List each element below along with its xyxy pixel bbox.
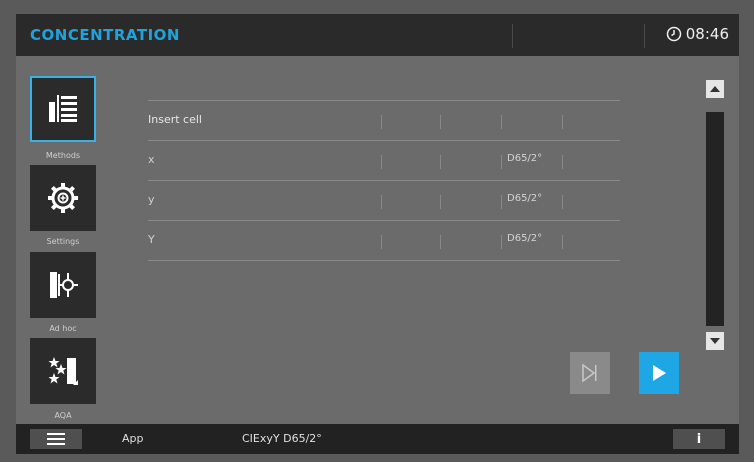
bottom-bar: App CIExyY D65/2° i [16,424,739,454]
top-bar: CONCENTRATION 08:46 [16,14,739,56]
scroll-down-button[interactable] [706,332,724,350]
hamburger-menu-icon [47,433,65,445]
chevron-up-icon [710,86,720,92]
table-row[interactable]: y D65/2° [148,180,620,220]
info-icon: i [696,431,702,447]
illuminant-value: D65/2° [507,233,543,244]
nav-aqa-button[interactable] [30,338,96,404]
row-label: y [148,193,155,206]
table-row[interactable]: Y D65/2° [148,220,620,261]
nav-label-settings: Settings [46,237,80,246]
clock-time: 08:46 [685,25,729,43]
menu-button[interactable] [30,429,82,449]
scrollbar-track[interactable] [706,112,724,326]
nav-label-aqa: AQA [54,411,72,420]
nav-label-methods: Methods [45,151,81,160]
table-row[interactable]: x D65/2° [148,140,620,180]
illuminant-value: D65/2° [507,193,543,204]
method-label: CIExyY D65/2° [242,432,322,445]
row-label: x [148,153,155,166]
methods-icon [49,95,77,122]
gear-icon [48,183,78,213]
aqa-icon [48,357,78,385]
table-row[interactable]: Insert cell [148,100,620,140]
illuminant-value: D65/2° [507,153,543,164]
scroll-up-button[interactable] [706,80,724,98]
top-divider [512,24,513,48]
app-label: App [122,432,144,445]
clock: 08:46 [666,25,729,43]
adhoc-icon [50,272,78,298]
measurement-table: Insert cell x D65/2° y D65/2° Y D65/2° [148,100,620,261]
app-title: CONCENTRATION [30,26,180,44]
start-button[interactable] [639,352,679,394]
screen: CONCENTRATION 08:46 Methods Settings Ad … [16,14,739,454]
skip-button[interactable] [570,352,610,394]
top-divider [644,24,645,48]
row-label: Y [148,233,155,246]
skip-forward-icon [582,363,597,383]
info-button[interactable]: i [673,429,725,449]
nav-label-adhoc: Ad hoc [49,324,77,333]
nav-settings-button[interactable] [30,165,96,231]
row-label: Insert cell [148,113,202,126]
chevron-down-icon [710,338,720,344]
nav-adhoc-button[interactable] [30,252,96,318]
clock-icon [666,26,682,42]
play-icon [653,365,666,381]
nav-methods-button[interactable] [30,76,96,142]
